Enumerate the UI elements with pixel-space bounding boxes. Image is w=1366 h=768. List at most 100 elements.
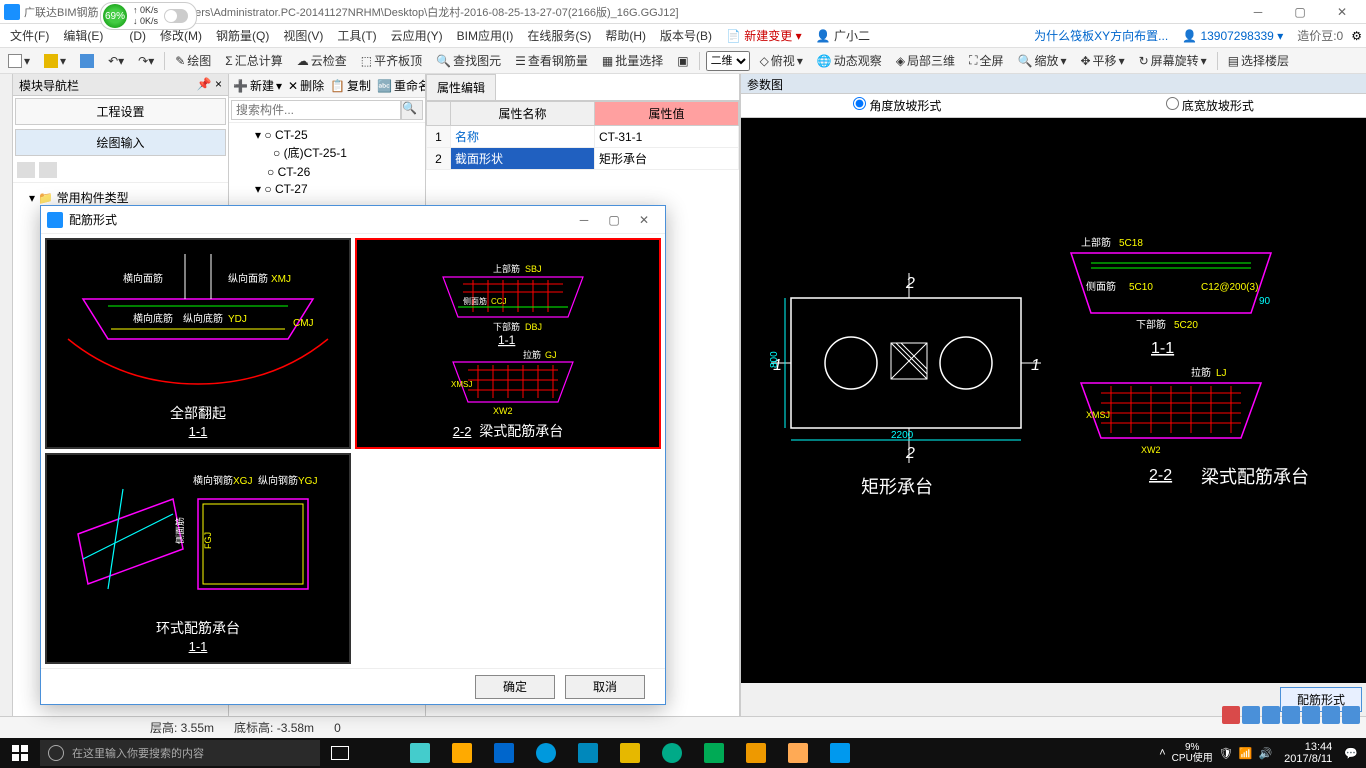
radio-bottom-slope[interactable]: 底宽放坡形式 [1166, 97, 1254, 114]
mtb-copy[interactable]: 📋 复制 [330, 77, 371, 94]
task-explorer[interactable] [610, 738, 650, 768]
user-id[interactable]: 👤 13907298339 ▾ [1176, 27, 1289, 45]
taskbar-search[interactable]: 在这里输入你要搜索的内容 [40, 740, 320, 766]
network-gauge[interactable]: 69% ↑ 0K/s ↓ 0K/s [100, 2, 197, 30]
minimize-button[interactable]: ─ [1238, 2, 1278, 22]
tb-save[interactable] [76, 52, 98, 70]
card-all-flip[interactable]: 横向面筋 纵向面筋XMJ 横向底筋 纵向底筋YDJ CMJ 全部翻起1-1 [45, 238, 351, 449]
tray-notifications-icon[interactable]: 💬 [1344, 747, 1358, 760]
task-sticky[interactable] [778, 738, 818, 768]
tb-view2d[interactable]: 二维 [706, 51, 750, 71]
prop-tab-edit[interactable]: 属性编辑 [426, 74, 496, 100]
tb-local3d[interactable]: ◈ 局部三维 [892, 50, 959, 71]
card-beam-style[interactable]: 上部筋SBJ 侧面筋CCJ 下部筋DBJ 1-1 拉筋GJ XMSJ XW2 2… [355, 238, 661, 449]
task-app-1[interactable] [400, 738, 440, 768]
ct-27[interactable]: ▾ ○ CT-27 [241, 181, 413, 197]
tb-findpic[interactable]: 🔍 查找图元 [432, 50, 505, 71]
tb-fullscreen[interactable]: ⛶ 全屏 [965, 50, 1007, 71]
menu-cloud[interactable]: 云应用(Y) [385, 25, 449, 46]
nav-expand-icon[interactable] [17, 162, 35, 178]
tray-cpu[interactable]: 9%CPU使用 [1172, 742, 1213, 764]
help-link[interactable]: 为什么筏板XY方向布置... [1028, 25, 1174, 46]
task-store[interactable] [568, 738, 608, 768]
float-a-icon[interactable] [1242, 706, 1260, 724]
tray-wifi-icon[interactable]: 📶 [1239, 747, 1253, 760]
task-app-3[interactable] [484, 738, 524, 768]
settings-icon[interactable]: ⚙ [1351, 29, 1362, 43]
tb-selfloor[interactable]: ▤ 选择楼层 [1224, 50, 1293, 71]
menu-new-change[interactable]: 📄 新建变更 ▾ [720, 25, 808, 46]
tray-chevron-icon[interactable]: ˄ [1159, 747, 1165, 759]
menu-view[interactable]: 视图(V) [277, 25, 329, 46]
menu-bim[interactable]: BIM应用(I) [451, 25, 520, 46]
dialog-ok-button[interactable]: 确定 [475, 675, 555, 699]
prop-row-name[interactable]: 1名称CT-31-1 [427, 126, 739, 148]
task-note[interactable] [736, 738, 776, 768]
ime-icon[interactable] [1222, 706, 1240, 724]
tb-ico1[interactable]: ▣ [673, 52, 692, 70]
tb-zoom[interactable]: 🔍 缩放▾ [1013, 50, 1070, 71]
ct-25[interactable]: ▾ ○ CT-25 [241, 127, 413, 143]
tb-draw[interactable]: ✎ 绘图 [171, 50, 215, 71]
maximize-button[interactable]: ▢ [1280, 2, 1320, 22]
card1-diagram: 横向面筋 纵向面筋XMJ 横向底筋 纵向底筋YDJ CMJ [53, 244, 343, 404]
tb-dynview[interactable]: 🌐 动态观察 [813, 50, 886, 71]
dialog-cancel-button[interactable]: 取消 [565, 675, 645, 699]
tb-new[interactable]: ▾ [4, 52, 34, 70]
tray-clock[interactable]: 13:442017/8/11 [1278, 741, 1338, 765]
tb-batchsel[interactable]: ▦ 批量选择 [598, 50, 667, 71]
card-ring-style[interactable]: 横向钢筋XGJ 纵向钢筋YGJ 侧面筋 FGJ 环式配筋承台1-1 [45, 453, 351, 664]
mtb-del[interactable]: ✕ 删除 [288, 77, 324, 94]
nav-pin-icon[interactable]: 📌 × [197, 77, 222, 92]
task-edge[interactable] [526, 738, 566, 768]
user-small[interactable]: 👤 广小二 [810, 25, 876, 46]
tb-undo[interactable]: ↶▾ [104, 52, 128, 70]
close-button[interactable]: ✕ [1322, 2, 1362, 22]
menu-edit[interactable]: 编辑(E) [57, 25, 109, 46]
tb-sum[interactable]: Σ 汇总计算 [221, 50, 286, 71]
float-c-icon[interactable] [1282, 706, 1300, 724]
start-button[interactable] [0, 738, 40, 768]
ct-26[interactable]: ○ CT-26 [241, 162, 413, 181]
tb-redo[interactable]: ↷▾ [134, 52, 158, 70]
dialog-maximize[interactable]: ▢ [599, 213, 629, 227]
mtb-new[interactable]: ➕ 新建▾ [233, 77, 282, 94]
tb-pan[interactable]: ✥ 平移▾ [1076, 50, 1128, 71]
search-button[interactable]: 🔍 [401, 100, 423, 120]
menu-tools[interactable]: 工具(T) [331, 25, 382, 46]
dialog-minimize[interactable]: ─ [569, 213, 599, 227]
tb-flatroof[interactable]: ⬚ 平齐板顶 [357, 50, 426, 71]
menu-help[interactable]: 帮助(H) [599, 25, 652, 46]
dialog-close[interactable]: ✕ [629, 213, 659, 227]
task-view-icon[interactable] [320, 738, 360, 768]
tb-cloud[interactable]: ☁ 云检查 [293, 50, 351, 71]
menu-online[interactable]: 在线服务(S) [521, 25, 597, 46]
task-app-g[interactable] [652, 738, 692, 768]
prop-row-shape[interactable]: 2截面形状矩形承台 [427, 148, 739, 170]
tb-viewsteel[interactable]: ☰ 查看钢筋量 [511, 50, 592, 71]
menu-version[interactable]: 版本号(B) [654, 25, 718, 46]
task-app-2[interactable] [442, 738, 482, 768]
float-e-icon[interactable] [1322, 706, 1340, 724]
tb-open[interactable]: ▾ [40, 52, 70, 70]
radio-angle-slope[interactable]: 角度放坡形式 [853, 97, 941, 114]
tray-shield-icon[interactable]: 🛡 [1219, 747, 1233, 760]
param-canvas[interactable]: 2 2 1 1 2200 800 矩形承台 上部筋 5C18 侧面筋 5C10 … [741, 118, 1366, 683]
menu-rebar[interactable]: 钢筋量(Q) [210, 25, 275, 46]
tb-topview[interactable]: ◇ 俯视▾ [756, 50, 807, 71]
float-d-icon[interactable] [1302, 706, 1320, 724]
nav-collapse-icon[interactable] [39, 162, 57, 178]
menu-file[interactable]: 文件(F) [4, 25, 55, 46]
float-b-icon[interactable] [1262, 706, 1280, 724]
ct-25-1[interactable]: ○ (底)CT-25-1 [241, 143, 413, 162]
task-glodon[interactable] [820, 738, 860, 768]
component-search-input[interactable] [231, 100, 401, 120]
tray-volume-icon[interactable]: 🔊 [1258, 747, 1272, 760]
tb-rotate[interactable]: ↻ 屏幕旋转▾ [1135, 50, 1211, 71]
float-f-icon[interactable] [1342, 706, 1360, 724]
mtb-rename[interactable]: 🔤 重命名 [377, 77, 425, 94]
nav-tab-engset[interactable]: 工程设置 [15, 98, 226, 125]
nav-tab-drawin[interactable]: 绘图输入 [15, 129, 226, 156]
gauge-toggle[interactable] [164, 9, 188, 23]
task-excel[interactable] [694, 738, 734, 768]
